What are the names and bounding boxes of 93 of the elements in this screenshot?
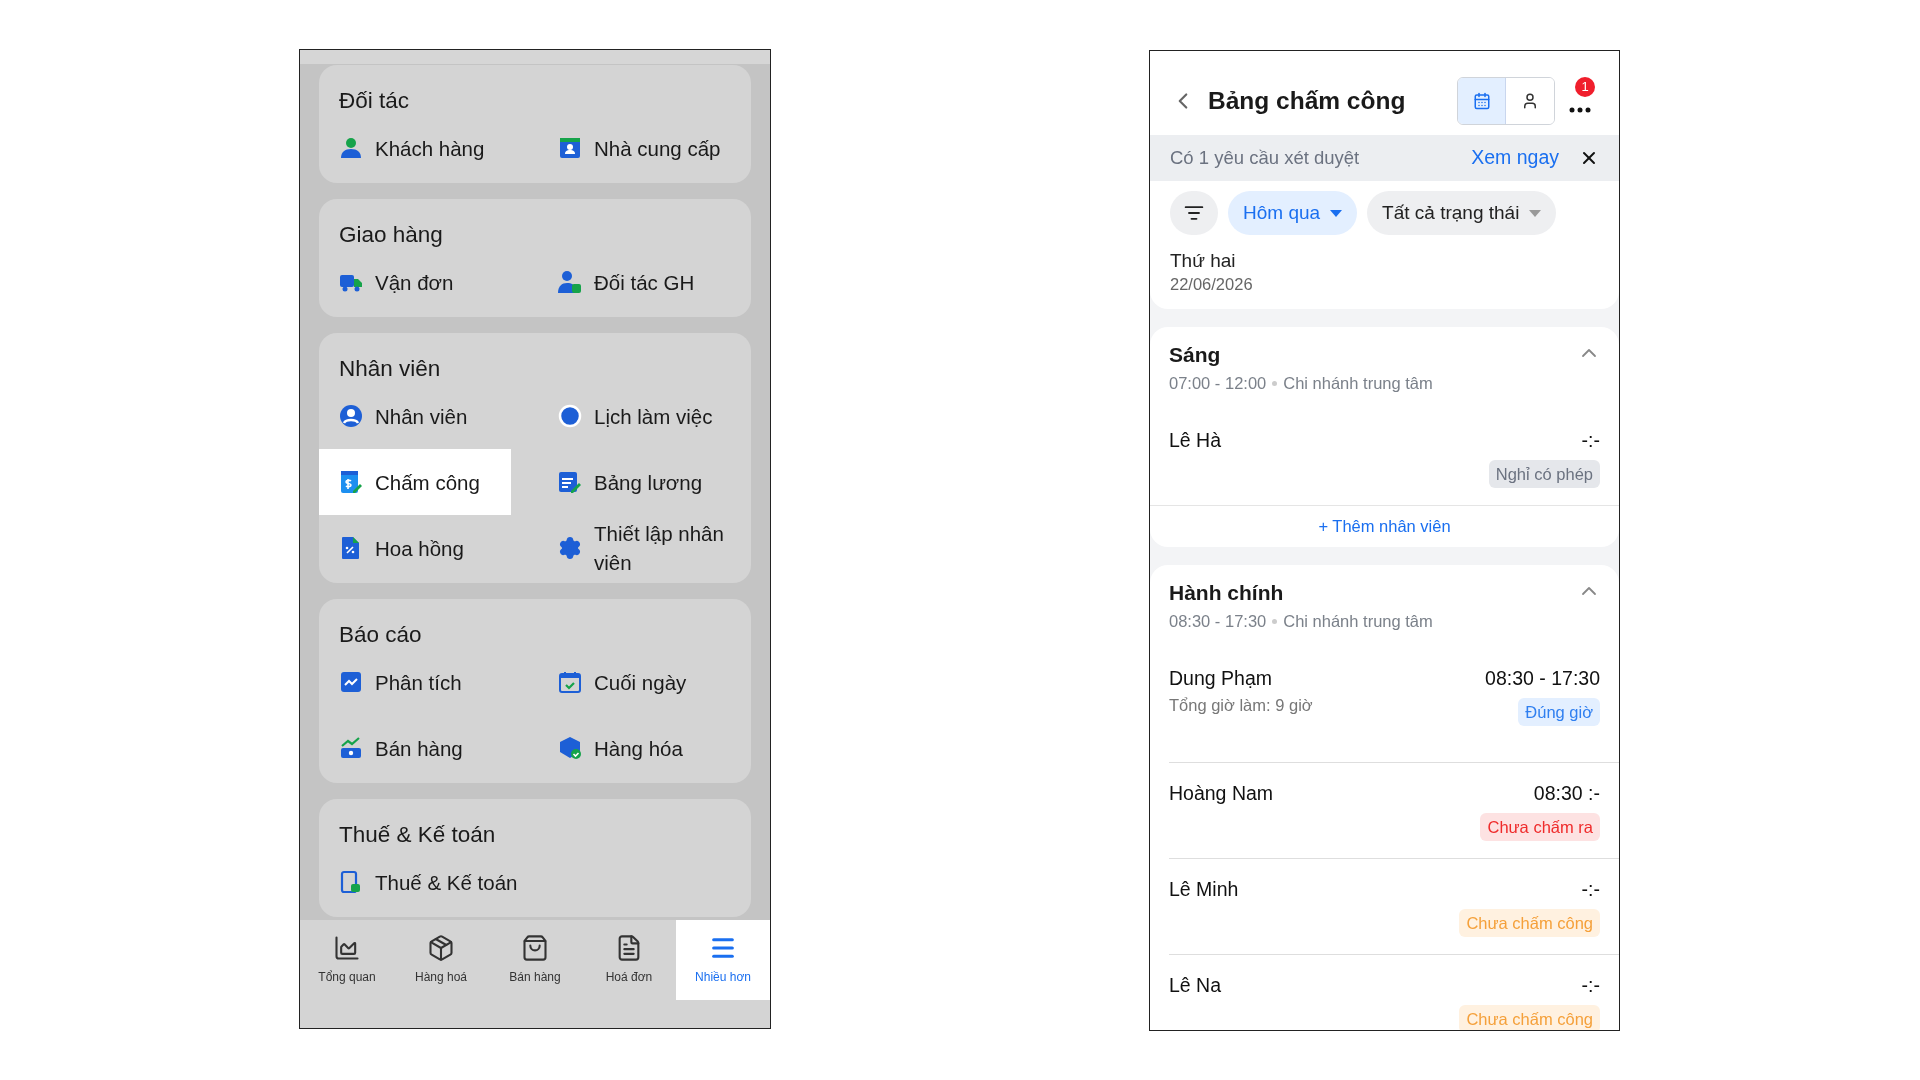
branch-name: Chi nhánh trung tâm bbox=[1283, 610, 1433, 632]
section-title: Thuế & Kế toán bbox=[338, 821, 497, 849]
nav-tab[interactable]: Hoá đơn bbox=[582, 920, 676, 1000]
notification-count: 1 bbox=[1575, 77, 1595, 97]
dollar-doc-icon bbox=[339, 470, 363, 494]
clock-time: -:- bbox=[1581, 972, 1600, 998]
contact-card-icon bbox=[558, 136, 582, 160]
shift-hours: 07:00 - 12:00 bbox=[1169, 373, 1267, 394]
section-title: Đối tác bbox=[338, 87, 411, 115]
nav-tab[interactable]: Nhiều hơn bbox=[676, 920, 770, 1000]
sales-growth-icon bbox=[339, 736, 363, 760]
section-title: Báo cáo bbox=[338, 621, 423, 649]
menu-item[interactable]: Nhà cung cấp bbox=[538, 115, 751, 181]
chart-icon bbox=[333, 934, 361, 962]
clock-time: -:- bbox=[1581, 427, 1600, 453]
menu-item[interactable]: Chấm công bbox=[319, 449, 511, 515]
status-tag: Nghỉ có phép bbox=[1488, 459, 1600, 488]
section-title: Giao hàng bbox=[338, 221, 444, 249]
settings-icon bbox=[558, 536, 582, 560]
view-now-link[interactable]: Xem ngay bbox=[1471, 143, 1559, 173]
menu-item[interactable]: Bảng lương bbox=[538, 449, 751, 515]
section-title: Nhân viên bbox=[338, 355, 442, 383]
menu-item-label: Phân tích bbox=[375, 669, 462, 696]
caret-icon bbox=[1529, 209, 1542, 217]
menu-item[interactable]: Thiết lập nhân viên bbox=[538, 515, 751, 581]
filter-chip[interactable]: Hôm qua bbox=[1228, 191, 1358, 235]
person-icon bbox=[1521, 92, 1539, 110]
person-icon bbox=[339, 136, 363, 160]
document-icon bbox=[339, 870, 363, 894]
menu-item-label: Hoa hồng bbox=[375, 535, 464, 562]
employee-name: Dung Phạm bbox=[1169, 665, 1273, 691]
status-tag: Chưa chấm ra bbox=[1480, 812, 1600, 841]
nav-tab[interactable]: Bán hàng bbox=[488, 920, 582, 1000]
employee-name: Lê Na bbox=[1169, 972, 1222, 998]
chart-tile-icon bbox=[339, 670, 363, 694]
menu-item-label: Nhân viên bbox=[375, 403, 468, 430]
calendar-view-button[interactable] bbox=[1458, 78, 1506, 124]
menu-item-label: Đối tác GH bbox=[594, 269, 695, 296]
menu-item[interactable]: Hàng hóa bbox=[538, 715, 751, 781]
menu-item-label: Bảng lương bbox=[594, 469, 703, 496]
page-title: Bảng chấm công bbox=[1208, 85, 1407, 116]
nav-tab[interactable]: Tổng quan bbox=[300, 920, 394, 1000]
person-box-icon bbox=[558, 270, 582, 294]
user-circle-icon bbox=[339, 404, 363, 428]
box-check-icon bbox=[558, 736, 582, 760]
approval-banner-text: Có 1 yêu cầu xét duyệt bbox=[1170, 146, 1361, 171]
menu-item-label: Hàng hóa bbox=[594, 735, 683, 762]
employee-name: Hoàng Nam bbox=[1169, 780, 1274, 806]
employee-name: Lê Hà bbox=[1169, 427, 1222, 453]
menu-item-label: Thuế & Kế toán bbox=[375, 869, 518, 896]
menu-item[interactable]: Bán hàng bbox=[319, 715, 511, 781]
calendar-icon bbox=[1472, 92, 1491, 110]
date: 22/06/2026 bbox=[1170, 274, 1254, 295]
employee-name: Lê Minh bbox=[1169, 876, 1239, 902]
status-tag: Đúng giờ bbox=[1518, 697, 1600, 726]
menu-item-label: Nhà cung cấp bbox=[594, 135, 721, 162]
shift-name: Sáng bbox=[1169, 342, 1222, 368]
weekday: Thứ hai bbox=[1170, 249, 1237, 273]
menu-item-label: Thiết lập nhân viên bbox=[594, 521, 725, 576]
menu-item[interactable]: Phân tích bbox=[319, 649, 511, 715]
menu-item[interactable]: Nhân viên bbox=[319, 383, 511, 449]
status-tag: Chưa chấm công bbox=[1459, 1004, 1600, 1030]
status-tag: Chưa chấm công bbox=[1459, 908, 1600, 937]
menu-item-label: Bán hàng bbox=[375, 735, 463, 762]
filter-icon bbox=[1184, 203, 1204, 223]
nav-tab[interactable]: Hàng hoá bbox=[394, 920, 488, 1000]
menu-item[interactable]: Cuối ngày bbox=[538, 649, 751, 715]
caret-icon bbox=[1330, 209, 1343, 217]
branch-name: Chi nhánh trung tâm bbox=[1283, 373, 1433, 394]
calendar-check-icon bbox=[558, 670, 582, 694]
menu-item-label: Khách hàng bbox=[375, 135, 485, 162]
edit-doc-icon bbox=[558, 470, 582, 494]
clock-time: 08:30 :- bbox=[1533, 780, 1600, 806]
menu-item[interactable]: Khách hàng bbox=[319, 115, 511, 181]
clock-time: 08:30 - 17:30 bbox=[1485, 665, 1600, 691]
filter-chip[interactable]: Tất cả trạng thái bbox=[1367, 191, 1557, 235]
clock-time: -:- bbox=[1581, 876, 1600, 902]
box-icon bbox=[427, 934, 455, 962]
hours-note: Tổng giờ làm: 9 giờ bbox=[1169, 694, 1313, 716]
menu-item-label: Vận đơn bbox=[375, 269, 454, 296]
menu-item-label: Cuối ngày bbox=[594, 669, 687, 696]
menu-item[interactable]: Lịch làm việc bbox=[538, 383, 751, 449]
bag-icon bbox=[521, 934, 549, 962]
menu-item[interactable]: Hoa hồng bbox=[319, 515, 511, 581]
more-icon[interactable] bbox=[1569, 107, 1591, 113]
shift-hours: 08:30 - 17:30 bbox=[1169, 610, 1267, 632]
menu-item-label: Lịch làm việc bbox=[594, 403, 713, 430]
add-employee-link[interactable]: + Thêm nhân viên bbox=[1318, 513, 1451, 539]
menu-item[interactable]: Đối tác GH bbox=[538, 249, 751, 315]
shift-name: Hành chính bbox=[1169, 579, 1285, 606]
menu-item-label: Chấm công bbox=[375, 469, 480, 496]
menu-item[interactable]: Vận đơn bbox=[319, 249, 511, 315]
filter-button[interactable] bbox=[1170, 191, 1218, 235]
